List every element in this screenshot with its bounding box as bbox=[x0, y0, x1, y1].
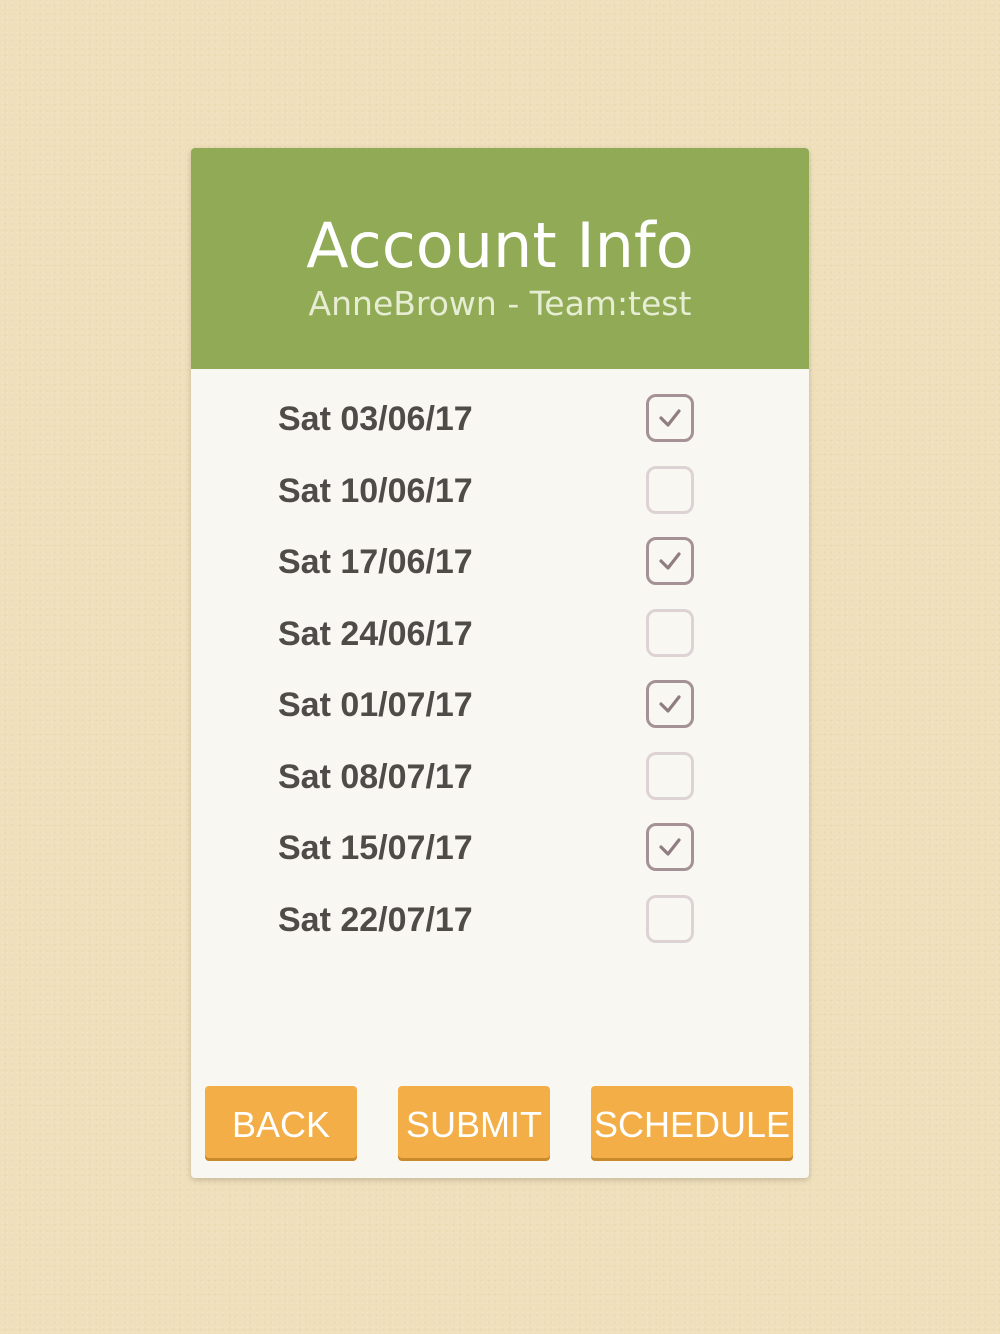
date-label: Sat 10/06/17 bbox=[278, 471, 473, 510]
date-label: Sat 24/06/17 bbox=[278, 614, 473, 653]
date-row: Sat 08/07/17 bbox=[191, 741, 809, 813]
date-label: Sat 01/07/17 bbox=[278, 686, 473, 724]
account-subtitle: AnneBrown - Team:test bbox=[308, 284, 692, 323]
submit-button[interactable]: SUBMIT bbox=[398, 1086, 550, 1158]
page-title: Account Info bbox=[306, 209, 694, 282]
card-header: Account Info AnneBrown - Team:test bbox=[191, 148, 809, 369]
date-row: Sat 22/07/17 bbox=[191, 884, 809, 956]
schedule-button[interactable]: SCHEDULE bbox=[591, 1086, 793, 1158]
date-row: Sat 03/06/17 bbox=[191, 383, 809, 455]
date-row: Sat 01/07/17 bbox=[191, 669, 809, 741]
date-list: Sat 03/06/17 Sat 10/06/17 Sat 17/06/17 S… bbox=[191, 383, 809, 955]
account-info-card: Account Info AnneBrown - Team:test Sat 0… bbox=[191, 148, 809, 1178]
date-checkbox[interactable] bbox=[646, 465, 694, 514]
date-row: Sat 10/06/17 bbox=[191, 455, 809, 527]
date-checkbox[interactable] bbox=[646, 751, 694, 800]
check-icon bbox=[659, 695, 681, 713]
date-label: Sat 15/07/17 bbox=[278, 829, 473, 867]
check-icon bbox=[659, 838, 681, 856]
check-icon bbox=[659, 409, 681, 427]
back-button[interactable]: BACK bbox=[205, 1086, 357, 1158]
date-label: Sat 08/07/17 bbox=[278, 757, 473, 796]
date-checkbox[interactable] bbox=[646, 537, 694, 585]
date-label: Sat 17/06/17 bbox=[278, 543, 473, 581]
date-row: Sat 15/07/17 bbox=[191, 812, 809, 884]
date-label: Sat 22/07/17 bbox=[278, 900, 473, 939]
check-icon bbox=[659, 552, 681, 570]
date-label: Sat 03/06/17 bbox=[278, 400, 473, 438]
date-checkbox[interactable] bbox=[646, 394, 694, 442]
date-checkbox[interactable] bbox=[646, 608, 694, 657]
date-row: Sat 17/06/17 bbox=[191, 526, 809, 598]
date-checkbox[interactable] bbox=[646, 894, 694, 943]
date-row: Sat 24/06/17 bbox=[191, 598, 809, 670]
date-checkbox[interactable] bbox=[646, 823, 694, 871]
date-checkbox[interactable] bbox=[646, 680, 694, 728]
